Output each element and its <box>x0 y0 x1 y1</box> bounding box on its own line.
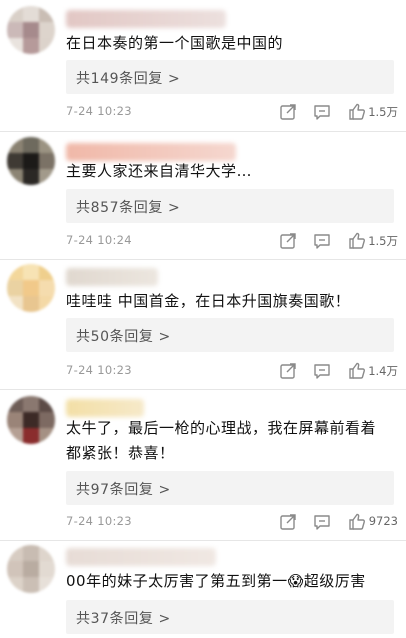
avatar-mosaic-tile <box>39 137 55 153</box>
avatar-mosaic-tile <box>23 280 39 296</box>
comment-text: 太牛了，最后一枪的心理战，我在屏幕前看着都紧张！恭喜！ <box>66 419 377 462</box>
comment-text: 在日本奏的第一个国歌是中国的 <box>66 34 284 52</box>
like-count: 1.4万 <box>368 364 398 378</box>
avatar-mosaic-tile <box>39 296 55 312</box>
avatar-mosaic-tile <box>23 22 39 38</box>
like-icon[interactable] <box>347 361 369 381</box>
avatar-mosaic-tile <box>7 6 23 22</box>
replies-label: 共37条回复 > <box>76 611 171 627</box>
avatar-mosaic-tile <box>39 264 55 280</box>
timestamp: 7-24 10:23 <box>66 363 132 377</box>
replies-link[interactable]: 共37条回复 > <box>66 600 394 634</box>
like-icon[interactable] <box>347 512 369 532</box>
avatar-mosaic-tile <box>23 428 39 444</box>
timestamp: 7-24 10:24 <box>66 233 132 247</box>
avatar-mosaic-tile <box>7 22 23 38</box>
like-count: 1.5万 <box>368 234 398 248</box>
avatar-mosaic-tile <box>39 280 55 296</box>
share-icon[interactable] <box>278 231 300 251</box>
avatar-mosaic-tile <box>23 396 39 412</box>
avatar-mosaic-tile <box>7 38 23 54</box>
share-icon[interactable] <box>278 102 300 122</box>
share-icon[interactable] <box>278 361 300 381</box>
avatar-mosaic-tile <box>23 6 39 22</box>
avatar-mosaic-tile <box>7 396 23 412</box>
like-count: 1.5万 <box>368 105 398 119</box>
divider <box>0 540 406 541</box>
avatar-mosaic-tile <box>39 545 55 561</box>
share-icon[interactable] <box>278 512 300 532</box>
avatar-mosaic-tile <box>39 412 55 428</box>
comment-icon[interactable] <box>312 361 334 381</box>
avatar[interactable] <box>7 6 55 54</box>
avatar[interactable] <box>7 137 55 185</box>
avatar-mosaic-tile <box>39 6 55 22</box>
timestamp: 7-24 10:23 <box>66 104 132 118</box>
comment-text: 00年的妹子太厉害了第五到第一😱超级厉害 <box>66 572 366 590</box>
avatar-mosaic-tile <box>23 545 39 561</box>
comment-meta: 7-24 10:23 9723 <box>66 512 398 532</box>
avatar-mosaic-tile <box>39 577 55 593</box>
avatar-mosaic-tile <box>39 561 55 577</box>
avatar[interactable] <box>7 396 55 444</box>
avatar-mosaic-tile <box>23 264 39 280</box>
avatar-mosaic-tile <box>7 545 23 561</box>
avatar-mosaic-tile <box>39 153 55 169</box>
avatar-mosaic-tile <box>23 137 39 153</box>
comment-meta: 7-24 10:23 1.4万 <box>66 361 398 381</box>
avatar-mosaic-tile <box>7 153 23 169</box>
avatar-mosaic-tile <box>7 561 23 577</box>
avatar-mosaic-tile <box>7 296 23 312</box>
avatar-mosaic-tile <box>7 169 23 185</box>
replies-link[interactable]: 共50条回复 > <box>66 318 394 352</box>
avatar-mosaic-tile <box>23 296 39 312</box>
avatar-mosaic-tile <box>23 169 39 185</box>
avatar-mosaic-tile <box>7 577 23 593</box>
avatar-mosaic-tile <box>23 577 39 593</box>
avatar[interactable] <box>7 545 55 593</box>
timestamp: 7-24 10:23 <box>66 514 132 528</box>
username[interactable] <box>66 10 226 28</box>
avatar-mosaic-tile <box>7 412 23 428</box>
like-icon[interactable] <box>347 102 369 122</box>
replies-link[interactable]: 共857条回复 > <box>66 189 394 223</box>
like-icon[interactable] <box>347 231 369 251</box>
replies-link[interactable]: 共97条回复 > <box>66 471 394 505</box>
avatar-mosaic-tile <box>23 412 39 428</box>
comment-icon[interactable] <box>312 231 334 251</box>
comment-meta: 7-24 10:24 1.5万 <box>66 231 398 251</box>
avatar-mosaic-tile <box>39 396 55 412</box>
avatar-mosaic-tile <box>7 264 23 280</box>
username[interactable] <box>66 399 144 417</box>
avatar-mosaic-tile <box>39 169 55 185</box>
avatar-mosaic-tile <box>7 137 23 153</box>
divider <box>0 259 406 260</box>
avatar-mosaic-tile <box>7 280 23 296</box>
avatar-mosaic-tile <box>23 38 39 54</box>
avatar-mosaic-tile <box>7 428 23 444</box>
replies-label: 共857条回复 > <box>76 200 181 216</box>
like-count: 9723 <box>368 514 398 528</box>
avatar-mosaic-tile <box>23 561 39 577</box>
username[interactable] <box>66 548 216 566</box>
comment-icon[interactable] <box>312 512 334 532</box>
avatar-mosaic-tile <box>39 428 55 444</box>
replies-label: 共97条回复 > <box>76 482 171 498</box>
comment-text: 哇哇哇 中国首金，在日本升国旗奏国歌！ <box>66 292 351 310</box>
replies-label: 共50条回复 > <box>76 329 171 345</box>
comment-text: 主要人家还来自清华大学… <box>66 162 253 180</box>
avatar-mosaic-tile <box>23 153 39 169</box>
avatar[interactable] <box>7 264 55 312</box>
username[interactable] <box>66 268 158 286</box>
divider <box>0 389 406 390</box>
avatar-mosaic-tile <box>39 22 55 38</box>
avatar-mosaic-tile <box>39 38 55 54</box>
replies-label: 共149条回复 > <box>76 71 181 87</box>
comment-icon[interactable] <box>312 102 334 122</box>
divider <box>0 131 406 132</box>
replies-link[interactable]: 共149条回复 > <box>66 60 394 94</box>
comment-meta: 7-24 10:23 1.5万 <box>66 102 398 122</box>
